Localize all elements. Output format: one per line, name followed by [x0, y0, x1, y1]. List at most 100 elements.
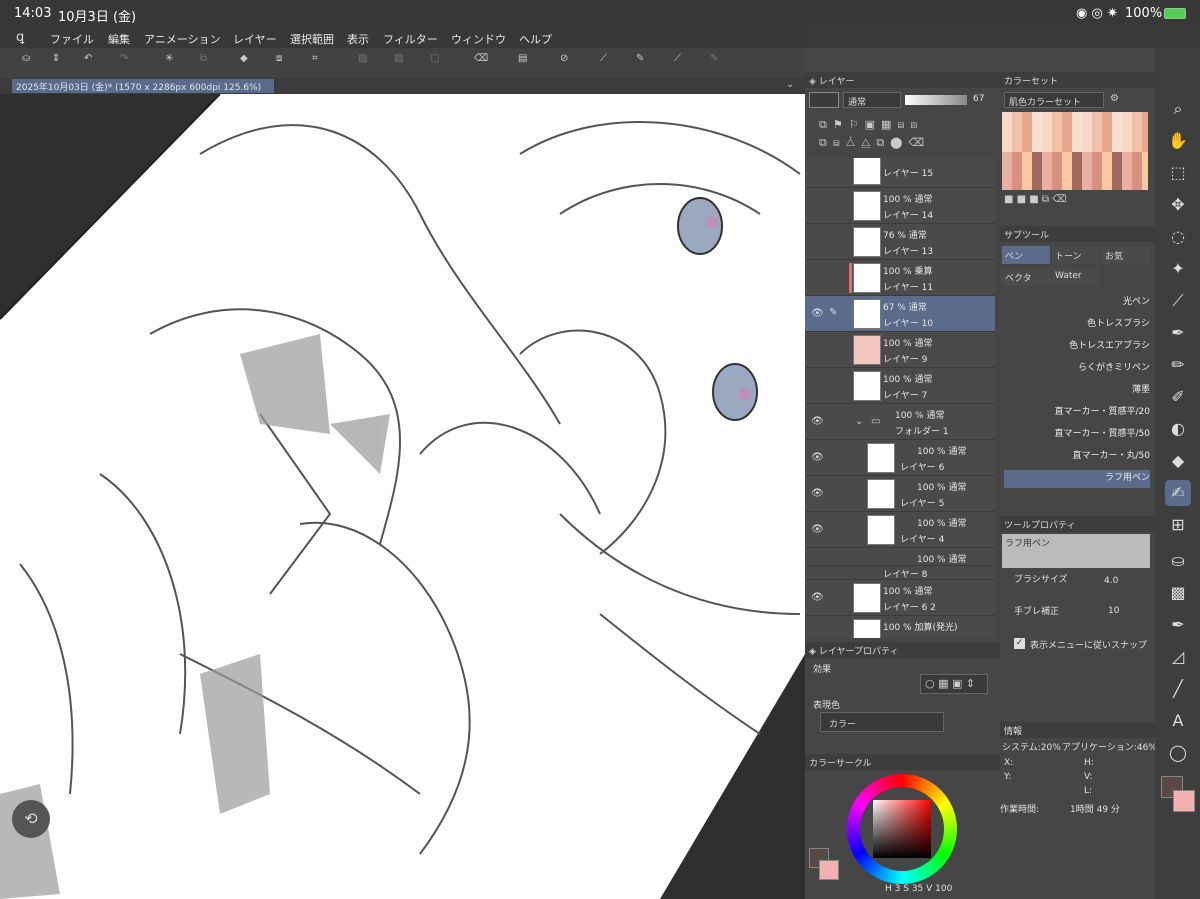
- opacity-slider[interactable]: [905, 95, 967, 105]
- layer-row[interactable]: 👁 100 % 通常 レイヤー 4: [805, 512, 995, 548]
- fill-icon[interactable]: ⛀: [22, 53, 42, 73]
- brush-item[interactable]: 薄墨: [1004, 382, 1150, 400]
- sub-tool-tab-favorite[interactable]: お気: [1102, 246, 1150, 264]
- menu-view[interactable]: 表示: [347, 31, 369, 47]
- pencil-icon[interactable]: ✏: [1165, 352, 1191, 378]
- selection-icon[interactable]: ▢: [430, 53, 450, 73]
- layer-row[interactable]: 👁 100 % 通常 レイヤー 6 2: [805, 580, 995, 616]
- stabilization-value[interactable]: 10: [1108, 606, 1119, 616]
- brush-item[interactable]: 光ペン: [1004, 294, 1150, 312]
- balloon-icon[interactable]: ◯: [1165, 740, 1191, 766]
- fill-tool-icon[interactable]: ⛀: [1165, 548, 1191, 574]
- clip-icon[interactable]: ⊘: [560, 53, 580, 73]
- brush-item[interactable]: 直マーカー・質感平/20: [1004, 404, 1151, 422]
- chevron-down-icon[interactable]: ⌄: [786, 79, 794, 90]
- airbrush-icon[interactable]: ◐: [1165, 416, 1191, 442]
- zoom-icon[interactable]: ⌕: [1165, 96, 1191, 122]
- palette-controls[interactable]: ■ ■ ■ ⧉ ⌫: [1004, 194, 1150, 210]
- text-icon[interactable]: A: [1165, 708, 1191, 734]
- menu-selection[interactable]: 選択範囲: [290, 31, 334, 47]
- eye-icon[interactable]: 👁: [811, 416, 824, 427]
- saturation-value-square[interactable]: [873, 800, 931, 858]
- brush-item[interactable]: らくがきミリペン: [1004, 360, 1150, 378]
- sub-tool-tab-pen[interactable]: ペン: [1002, 246, 1050, 264]
- drawing-canvas[interactable]: ⟲: [0, 94, 805, 899]
- layer-row[interactable]: 👁 100 % 通常 レイヤー 5: [805, 476, 995, 512]
- grid-icon[interactable]: ⊞: [1165, 512, 1191, 538]
- eyedropper-icon[interactable]: ⟋: [1165, 288, 1191, 314]
- blend-tool-icon[interactable]: ✍: [1165, 480, 1191, 506]
- line-icon[interactable]: ╱: [1165, 676, 1191, 702]
- menu-window[interactable]: ウィンドウ: [451, 31, 506, 47]
- sub-tool-tab-water[interactable]: Water: [1052, 268, 1100, 286]
- ruler-icon[interactable]: ⟋: [600, 53, 620, 73]
- layer-row[interactable]: 👁 100 % 通常 レイヤー 6: [805, 440, 995, 476]
- blend-mode-select[interactable]: 通常: [843, 92, 901, 108]
- eraser-icon[interactable]: ⌫: [474, 53, 494, 73]
- snap-checkbox[interactable]: ✓: [1014, 638, 1025, 649]
- layer-row[interactable]: レイヤー 15: [805, 158, 995, 188]
- fill-bucket-icon[interactable]: ◆: [240, 53, 260, 73]
- frame-icon[interactable]: ◿: [1165, 644, 1191, 670]
- redo-icon[interactable]: ↷: [120, 53, 140, 73]
- document-tab[interactable]: 2025年10月03日 (金)* (1570 x 2286px 600dpi 1…: [12, 79, 274, 93]
- menu-edit[interactable]: 編集: [108, 31, 130, 47]
- brush-item[interactable]: 色トレスブラシ: [1004, 316, 1150, 334]
- crop-icon[interactable]: ⌗: [312, 53, 332, 73]
- layer-color-swatch[interactable]: [809, 92, 839, 108]
- sub-tool-tab-tone[interactable]: トーン: [1052, 246, 1100, 264]
- gradient-icon[interactable]: ▩: [1165, 580, 1191, 606]
- sub-color-swatch[interactable]: [819, 860, 839, 880]
- menu-file[interactable]: ファイル: [50, 31, 94, 47]
- sub-tool-tab-vector[interactable]: ベクタ: [1002, 268, 1050, 286]
- ink-icon[interactable]: ✒: [1165, 612, 1191, 638]
- menu-animation[interactable]: アニメーション: [144, 31, 221, 47]
- effect-buttons[interactable]: ○ ▦ ▣ ⇕: [920, 674, 988, 694]
- layer-row-selected[interactable]: 👁 ✎ 67 % 通常 レイヤー 10: [805, 296, 995, 332]
- menu-layer[interactable]: レイヤー: [233, 31, 277, 47]
- menu-filter[interactable]: フィルター: [383, 31, 438, 47]
- magic-wand-icon[interactable]: ✦: [1165, 256, 1191, 282]
- eye-icon[interactable]: 👁: [811, 308, 824, 319]
- invert-icon[interactable]: ▧: [394, 53, 414, 73]
- brush-item[interactable]: 色トレスエアブラシ: [1004, 338, 1150, 356]
- brush-item-selected[interactable]: ラフ用ペン: [1004, 470, 1150, 488]
- chevron-down-icon[interactable]: ⌄: [855, 416, 863, 427]
- layer-icon[interactable]: ▤: [518, 53, 538, 73]
- eye-icon[interactable]: 👁: [811, 524, 824, 535]
- object-icon[interactable]: ⬚: [1165, 160, 1191, 186]
- layer-row[interactable]: 100 % 加算(発光): [805, 616, 995, 638]
- eye-icon[interactable]: 👁: [811, 488, 824, 499]
- chevron-up-down-icon[interactable]: ⇕: [52, 53, 72, 73]
- color-palette-grid[interactable]: [1002, 112, 1148, 190]
- brush-tool-icon[interactable]: ✐: [1165, 384, 1191, 410]
- layer-row[interactable]: 100 % 乗算 レイヤー 11: [805, 260, 995, 296]
- undo-icon[interactable]: ↶: [84, 53, 104, 73]
- layer-row[interactable]: 100 % 通常 レイヤー 7: [805, 368, 995, 404]
- brush-size-value[interactable]: 4.0: [1104, 576, 1118, 586]
- select-none-icon[interactable]: ▨: [358, 53, 378, 73]
- layer-row[interactable]: レイヤー 8: [805, 566, 995, 580]
- layer-row[interactable]: 100 % 通常 レイヤー 9: [805, 332, 995, 368]
- express-color-select[interactable]: カラー: [820, 712, 944, 732]
- menu-help[interactable]: ヘルプ: [519, 31, 552, 47]
- brush-item[interactable]: 直マーカー・丸/50: [1004, 448, 1151, 466]
- layer-row[interactable]: 100 % 通常: [805, 548, 995, 566]
- pen-line-icon[interactable]: ⟋: [674, 53, 694, 73]
- hand-icon[interactable]: ✋: [1165, 128, 1191, 154]
- move-icon[interactable]: ✥: [1165, 192, 1191, 218]
- brush-item[interactable]: 直マーカー・質感平/50: [1004, 426, 1151, 444]
- rotate-canvas-icon[interactable]: ⟲: [12, 800, 50, 838]
- copy-icon[interactable]: ⧈: [276, 53, 296, 73]
- lasso-icon[interactable]: ◌: [1165, 224, 1191, 250]
- loading-icon[interactable]: ✳: [165, 53, 185, 73]
- layer-row[interactable]: 100 % 通常 レイヤー 14: [805, 188, 995, 224]
- tool-sub-color[interactable]: [1173, 790, 1195, 812]
- transform-icon[interactable]: ⧉: [200, 53, 220, 73]
- app-logo-icon[interactable]: ꝗ: [16, 30, 24, 45]
- pen-disabled-icon[interactable]: ✎: [710, 53, 730, 73]
- brush-icon[interactable]: ✎: [636, 53, 656, 73]
- pen-tool-icon[interactable]: ✒: [1165, 320, 1191, 346]
- folder-row[interactable]: 👁 ⌄ ▭ 100 % 通常 フォルダー 1: [805, 404, 995, 440]
- eraser-tool-icon[interactable]: ◆: [1165, 448, 1191, 474]
